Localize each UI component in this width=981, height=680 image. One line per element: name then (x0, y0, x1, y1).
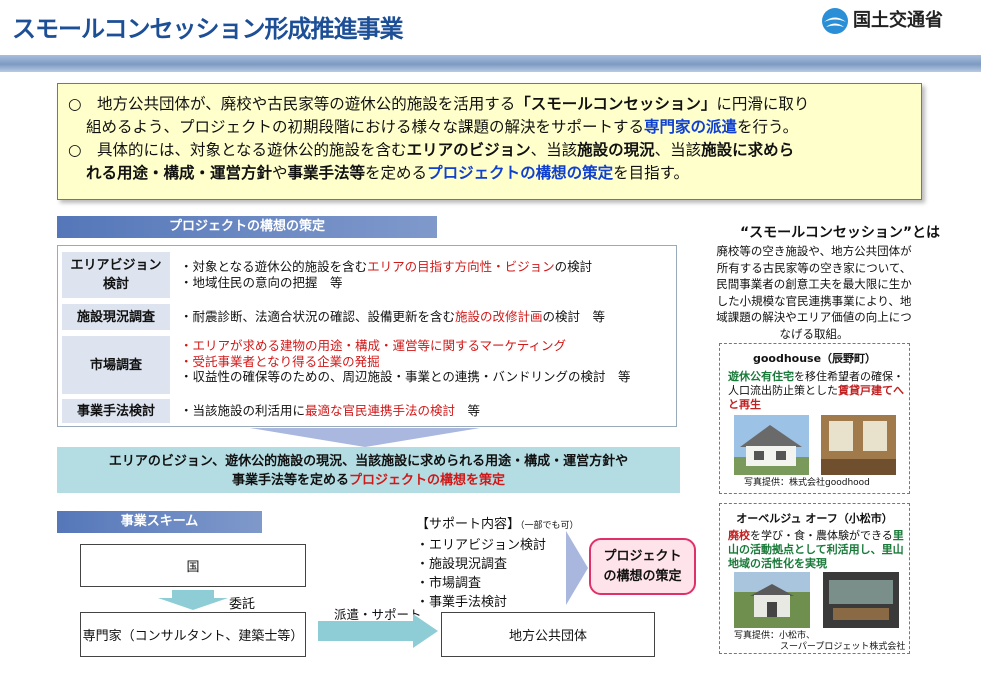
intro-line-3: ○ 具体的には、対象となる遊休公的施設を含むエリアのビジョン、当該施設の現況、当… (68, 141, 795, 159)
table-row: エリアビジョン 検討 ・対象となる遊休公的施設を含むエリアの目指す方向性・ビジョン… (62, 252, 672, 298)
case-card-goodhouse: goodhouse（辰野町） 遊休公有住宅を移住希望者の確保・人口流出防止策とし… (719, 343, 910, 494)
row-label-facility-survey: 施設現況調査 (62, 304, 170, 330)
row-content-business-method: ・当該施設の利活用に最適な官民連携手法の検討 等 (180, 403, 481, 418)
case-title: goodhouse（辰野町） (752, 352, 877, 365)
dining-photo (823, 572, 899, 628)
page-title: スモールコンセッション形成推進事業 (12, 15, 404, 43)
intro-line-4: れる用途・構成・運営方針や事業手法等を定めるプロジェクトの構想の策定を目指す。 (86, 164, 690, 182)
row-label-area-vision: エリアビジョン 検討 (62, 252, 170, 298)
intro-line-1: ○ 地方公共団体が、廃校や古民家等の遊休公的施設を活用する「スモールコンセッショ… (68, 95, 810, 113)
national-gov-box: 国 (80, 544, 306, 587)
down-arrow-icon (158, 590, 228, 610)
case-title: オーベルジュ オーフ（小松市） (736, 512, 893, 525)
intro-box: ○ 地方公共団体が、廃校や古民家等の遊休公的施設を活用する「スモールコンセッショ… (57, 83, 922, 200)
support-item: ・エリアビジョン検討 (416, 538, 547, 553)
school-photo (734, 572, 810, 628)
entrust-label: 委託 (229, 597, 256, 612)
photo-credit: 写真提供：小松市、 (734, 631, 816, 641)
small-concession-title: “スモールコンセッション”とは (739, 225, 941, 241)
row-label-business-method: 事業手法検討 (62, 399, 170, 423)
local-gov-box: 地方公共団体 (441, 612, 655, 657)
result-line-1: エリアのビジョン、遊休公的施設の現況、当該施設に求められる用途・構成・運営方針や (108, 454, 629, 469)
case-desc: 遊休公有住宅を移住希望者の確保・人口流出防止策とした賃貸戸建てへと再生 (728, 370, 904, 411)
support-item: ・事業手法検討 (416, 595, 508, 610)
right-arrow-icon (318, 614, 438, 648)
result-line-2: 事業手法等を定めるプロジェクトの構想を策定 (231, 473, 506, 488)
photo-credit: 写真提供：株式会社goodhood (744, 478, 870, 488)
support-title: 【サポート内容】（一部でも可） (416, 517, 579, 532)
result-box: エリアのビジョン、遊休公的施設の現況、当該施設に求められる用途・構成・運営方針や… (57, 447, 680, 493)
case-desc: 廃校を学び・食・農体験ができる里山の活動拠点として利活用し、里山地域の活性化を実… (728, 529, 904, 570)
project-table: エリアビジョン 検討 ・対象となる遊休公的施設を含むエリアの目指す方向性・ビジョン… (57, 245, 677, 427)
support-item: ・施設現況調査 (416, 557, 508, 572)
scheme-heading: 事業スキーム (57, 511, 262, 533)
small-concession-desc: 廃校等の空き施設や、地方公共団体が所有する古民家等の空き家について、民間事業者の… (716, 244, 912, 341)
down-arrow-icon (250, 428, 480, 447)
row-label-market-research: 市場調査 (62, 336, 170, 394)
row-content-market-research: ・エリアが求める建物の用途・構成・運営等に関するマーケティング ・受託事業者とな… (180, 338, 631, 384)
case-card-auberge: オーベルジュ オーフ（小松市） 廃校を学び・食・農体験ができる里山の活動拠点とし… (719, 503, 910, 654)
right-arrow-icon (566, 531, 588, 605)
table-row: 事業手法検討 ・当該施設の利活用に最適な官民連携手法の検討 等 (62, 399, 672, 423)
intro-line-2: 組めるよう、プロジェクトの初期段階における様々な課題の解決をサポートする専門家の… (86, 118, 799, 136)
row-content-facility-survey: ・耐震診断、法適合状況の確認、設備更新を含む施設の改修計画の検討 等 (180, 309, 606, 324)
house-photo (734, 415, 809, 475)
table-row: 市場調査 ・エリアが求める建物の用途・構成・運営等に関するマーケティング ・受託… (62, 336, 672, 394)
support-list: 【サポート内容】（一部でも可） ・エリアビジョン検討 ・施設現況調査 ・市場調査… (416, 515, 579, 612)
row-content-area-vision: ・対象となる遊休公的施設を含むエリアの目指す方向性・ビジョンの検討 ・地域住民の… (180, 259, 593, 290)
ministry-name: 国土交通省 (853, 10, 943, 31)
interior-photo (821, 415, 896, 475)
photo-credit: スーパープロジェット株式会社 (780, 642, 906, 652)
header-band (0, 55, 981, 72)
support-item: ・市場調査 (416, 576, 482, 591)
project-heading: プロジェクトの構想の策定 (57, 216, 437, 238)
outcome-box: プロジェクト の構想の策定 (589, 538, 696, 595)
expert-box: 専門家（コンサルタント、建築士等） (80, 612, 306, 657)
mlit-logo-icon (822, 8, 848, 34)
table-row: 施設現況調査 ・耐震診断、法適合状況の確認、設備更新を含む施設の改修計画の検討 … (62, 304, 672, 330)
